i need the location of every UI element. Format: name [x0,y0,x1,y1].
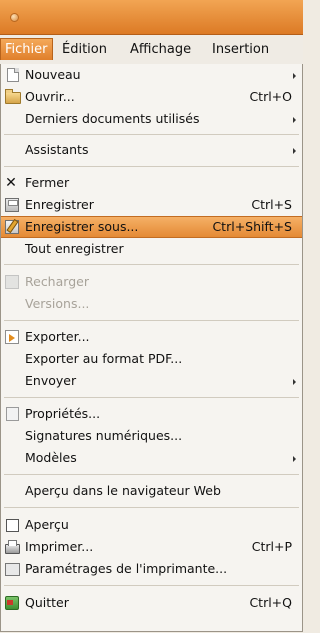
reload-icon [5,275,19,289]
menu-item-proprietes[interactable]: Propriétés... [1,403,302,425]
printer-settings-icon [5,563,20,576]
menu-item-label: Ouvrir... [25,89,75,104]
menu-item-signatures[interactable]: Signatures numériques... [1,425,302,447]
menu-bar: Fichier Édition Affichage Insertion [0,35,303,65]
menu-insertion[interactable]: Insertion [208,39,273,60]
menu-item-recharger[interactable]: Recharger [1,271,302,293]
menu-item-exporter-pdf[interactable]: Exporter au format PDF... [1,348,302,370]
title-bar [0,0,303,35]
menu-item-parametrages-imprimante[interactable]: Paramétrages de l'imprimante... [1,558,302,580]
menu-item-label: Tout enregistrer [25,241,124,256]
menu-separator [4,134,299,135]
menu-item-label: Propriétés... [25,406,101,421]
menu-separator [4,474,299,475]
close-icon: ✕ [5,175,17,191]
menu-item-label: Aperçu [25,517,69,532]
menu-item-label: Modèles [25,450,77,465]
submenu-arrow-icon [293,379,296,385]
save-icon [5,198,19,212]
menu-item-label: Assistants [25,142,89,157]
menu-item-quitter[interactable]: Quitter Ctrl+Q [1,592,302,614]
menu-item-tout-enregistrer[interactable]: Tout enregistrer [1,238,302,260]
submenu-arrow-icon [293,73,296,79]
save-as-icon [5,220,19,234]
menu-item-label: Envoyer [25,373,77,388]
menu-item-label: Derniers documents utilisés [25,111,200,126]
printer-icon [5,540,20,554]
menu-separator [4,320,299,321]
shortcut-label: Ctrl+Shift+S [212,219,292,234]
submenu-arrow-icon [293,456,296,462]
menu-item-apercu[interactable]: Aperçu [1,514,302,536]
window-menu-icon[interactable] [10,13,19,22]
menu-item-fermer[interactable]: ✕ Fermer [1,172,302,194]
shortcut-label: Ctrl+O [249,89,292,104]
menu-item-label: Signatures numériques... [25,428,183,443]
menu-item-enregistrer[interactable]: Enregistrer Ctrl+S [1,194,302,216]
menu-item-label: Enregistrer [25,197,94,212]
menu-item-exporter[interactable]: Exporter... [1,326,302,348]
menu-item-nouveau[interactable]: Nouveau [1,64,302,86]
menu-item-label: Versions... [25,296,90,311]
checkbox-icon[interactable] [6,519,19,532]
menu-separator [4,264,299,265]
shortcut-label: Ctrl+Q [249,595,292,610]
menu-item-modeles[interactable]: Modèles [1,447,302,469]
menu-affichage[interactable]: Affichage [126,39,195,60]
menu-item-apercu-navigateur[interactable]: Aperçu dans le navigateur Web [1,480,302,502]
shortcut-label: Ctrl+S [251,197,292,212]
menu-item-assistants[interactable]: Assistants [1,139,302,161]
menu-fichier[interactable]: Fichier [0,38,53,60]
menu-separator [4,397,299,398]
menu-item-enregistrer-sous[interactable]: Enregistrer sous... Ctrl+Shift+S [1,216,302,238]
menu-item-versions[interactable]: Versions... [1,293,302,315]
menu-item-label: Imprimer... [25,539,94,554]
menu-item-label: Fermer [25,175,70,190]
quit-icon [5,596,19,610]
menu-item-derniers-documents[interactable]: Derniers documents utilisés [1,108,302,130]
menu-item-label: Paramétrages de l'imprimante... [25,561,228,576]
fichier-dropdown-menu: Nouveau Ouvrir... Ctrl+O Derniers docume… [0,64,303,632]
menu-item-label: Exporter... [25,329,90,344]
menu-item-imprimer[interactable]: Imprimer... Ctrl+P [1,536,302,558]
submenu-arrow-icon [293,117,296,123]
export-icon [5,330,19,344]
menu-item-label: Aperçu dans le navigateur Web [25,483,221,498]
new-document-icon [7,68,19,82]
menu-item-label: Quitter [25,595,69,610]
submenu-arrow-icon [293,148,296,154]
shortcut-label: Ctrl+P [251,539,292,554]
menu-separator [4,166,299,167]
menu-separator [4,585,299,586]
menu-separator [4,507,299,508]
menu-item-label: Nouveau [25,67,81,82]
menu-item-label: Exporter au format PDF... [25,351,183,366]
menu-edition[interactable]: Édition [58,39,111,60]
menu-item-ouvrir[interactable]: Ouvrir... Ctrl+O [1,86,302,108]
properties-icon [6,407,19,421]
menu-item-label: Recharger [25,274,89,289]
menu-item-label: Enregistrer sous... [25,219,139,234]
menu-item-envoyer[interactable]: Envoyer [1,370,302,392]
open-folder-icon [5,89,21,104]
